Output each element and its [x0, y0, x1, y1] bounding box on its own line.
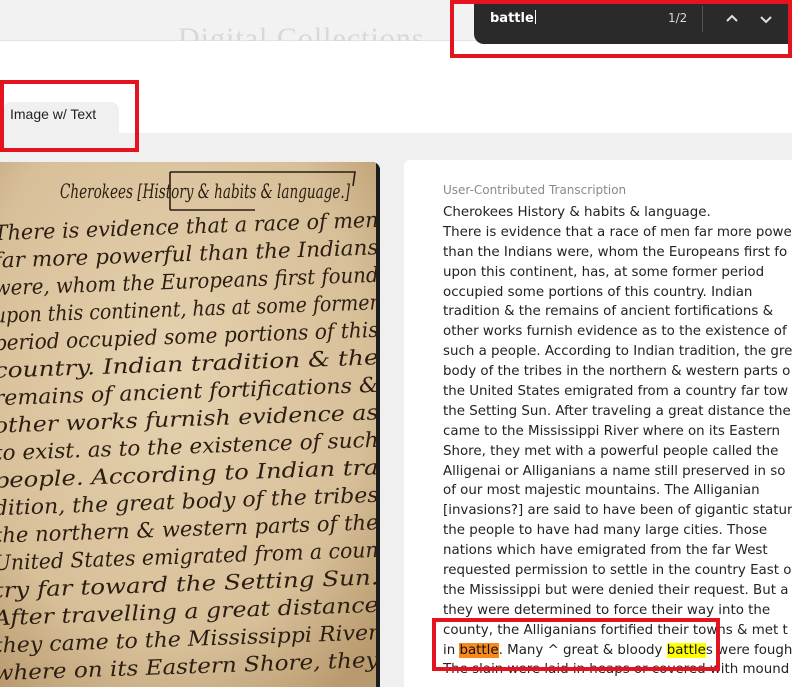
- transcription-line: upon this continent, has, at some former…: [443, 264, 765, 280]
- transcription-line: There is evidence that a race of men far…: [443, 224, 792, 240]
- transcription-line: than the Indians were, whom the European…: [443, 244, 788, 260]
- transcription-line: came to the Mississippi River where on i…: [443, 423, 780, 439]
- transcription-line: occupied some portions of this country. …: [443, 284, 753, 300]
- transcription-line: requested permission to settle in the co…: [443, 563, 792, 579]
- annotation-box-match: [432, 618, 720, 671]
- manuscript-image-viewer[interactable]: Cherokees [History & habits & language.]…: [0, 162, 380, 687]
- transcription-line: such a people. According to Indian tradi…: [443, 344, 792, 360]
- transcription-line: of our most majestic mountains. The Alli…: [443, 483, 760, 499]
- annotation-box-tab: [0, 80, 139, 152]
- transcription-text: Cherokees History & habits & language. Th…: [443, 203, 792, 680]
- transcription-line: tradition & the remains of ancient forti…: [443, 304, 774, 320]
- transcription-line: the United States emigrated from a count…: [443, 384, 789, 400]
- manuscript-image: Cherokees [History & habits & language.]…: [0, 162, 380, 687]
- transcription-line: the Mississippi but were denied their re…: [443, 582, 789, 598]
- manuscript-line: Cherokees [History & habits & language.]: [60, 179, 350, 203]
- transcription-line: Shore, they met with a powerful people c…: [443, 443, 779, 459]
- transcription-line: the Setting Sun. After traveling a great…: [443, 403, 791, 419]
- transcription-heading: User-Contributed Transcription: [443, 183, 627, 197]
- transcription-line: other works furnish evidence as to the e…: [443, 324, 787, 340]
- transcription-panel: User-Contributed Transcription Cherokees…: [404, 160, 792, 687]
- transcription-line: Alligenai or Alliganians a name still pr…: [443, 463, 786, 479]
- transcription-line: Cherokees History & habits & language.: [443, 205, 711, 220]
- transcription-line: [invasions?] are said to have been of gi…: [443, 503, 792, 519]
- annotation-box-find-bar: [450, 0, 792, 58]
- transcription-line: nations which have emigrated from the fa…: [443, 543, 768, 559]
- transcription-line: body of the tribes in the northern & wes…: [443, 364, 791, 380]
- transcription-line: the people to have had many large cities…: [443, 523, 768, 539]
